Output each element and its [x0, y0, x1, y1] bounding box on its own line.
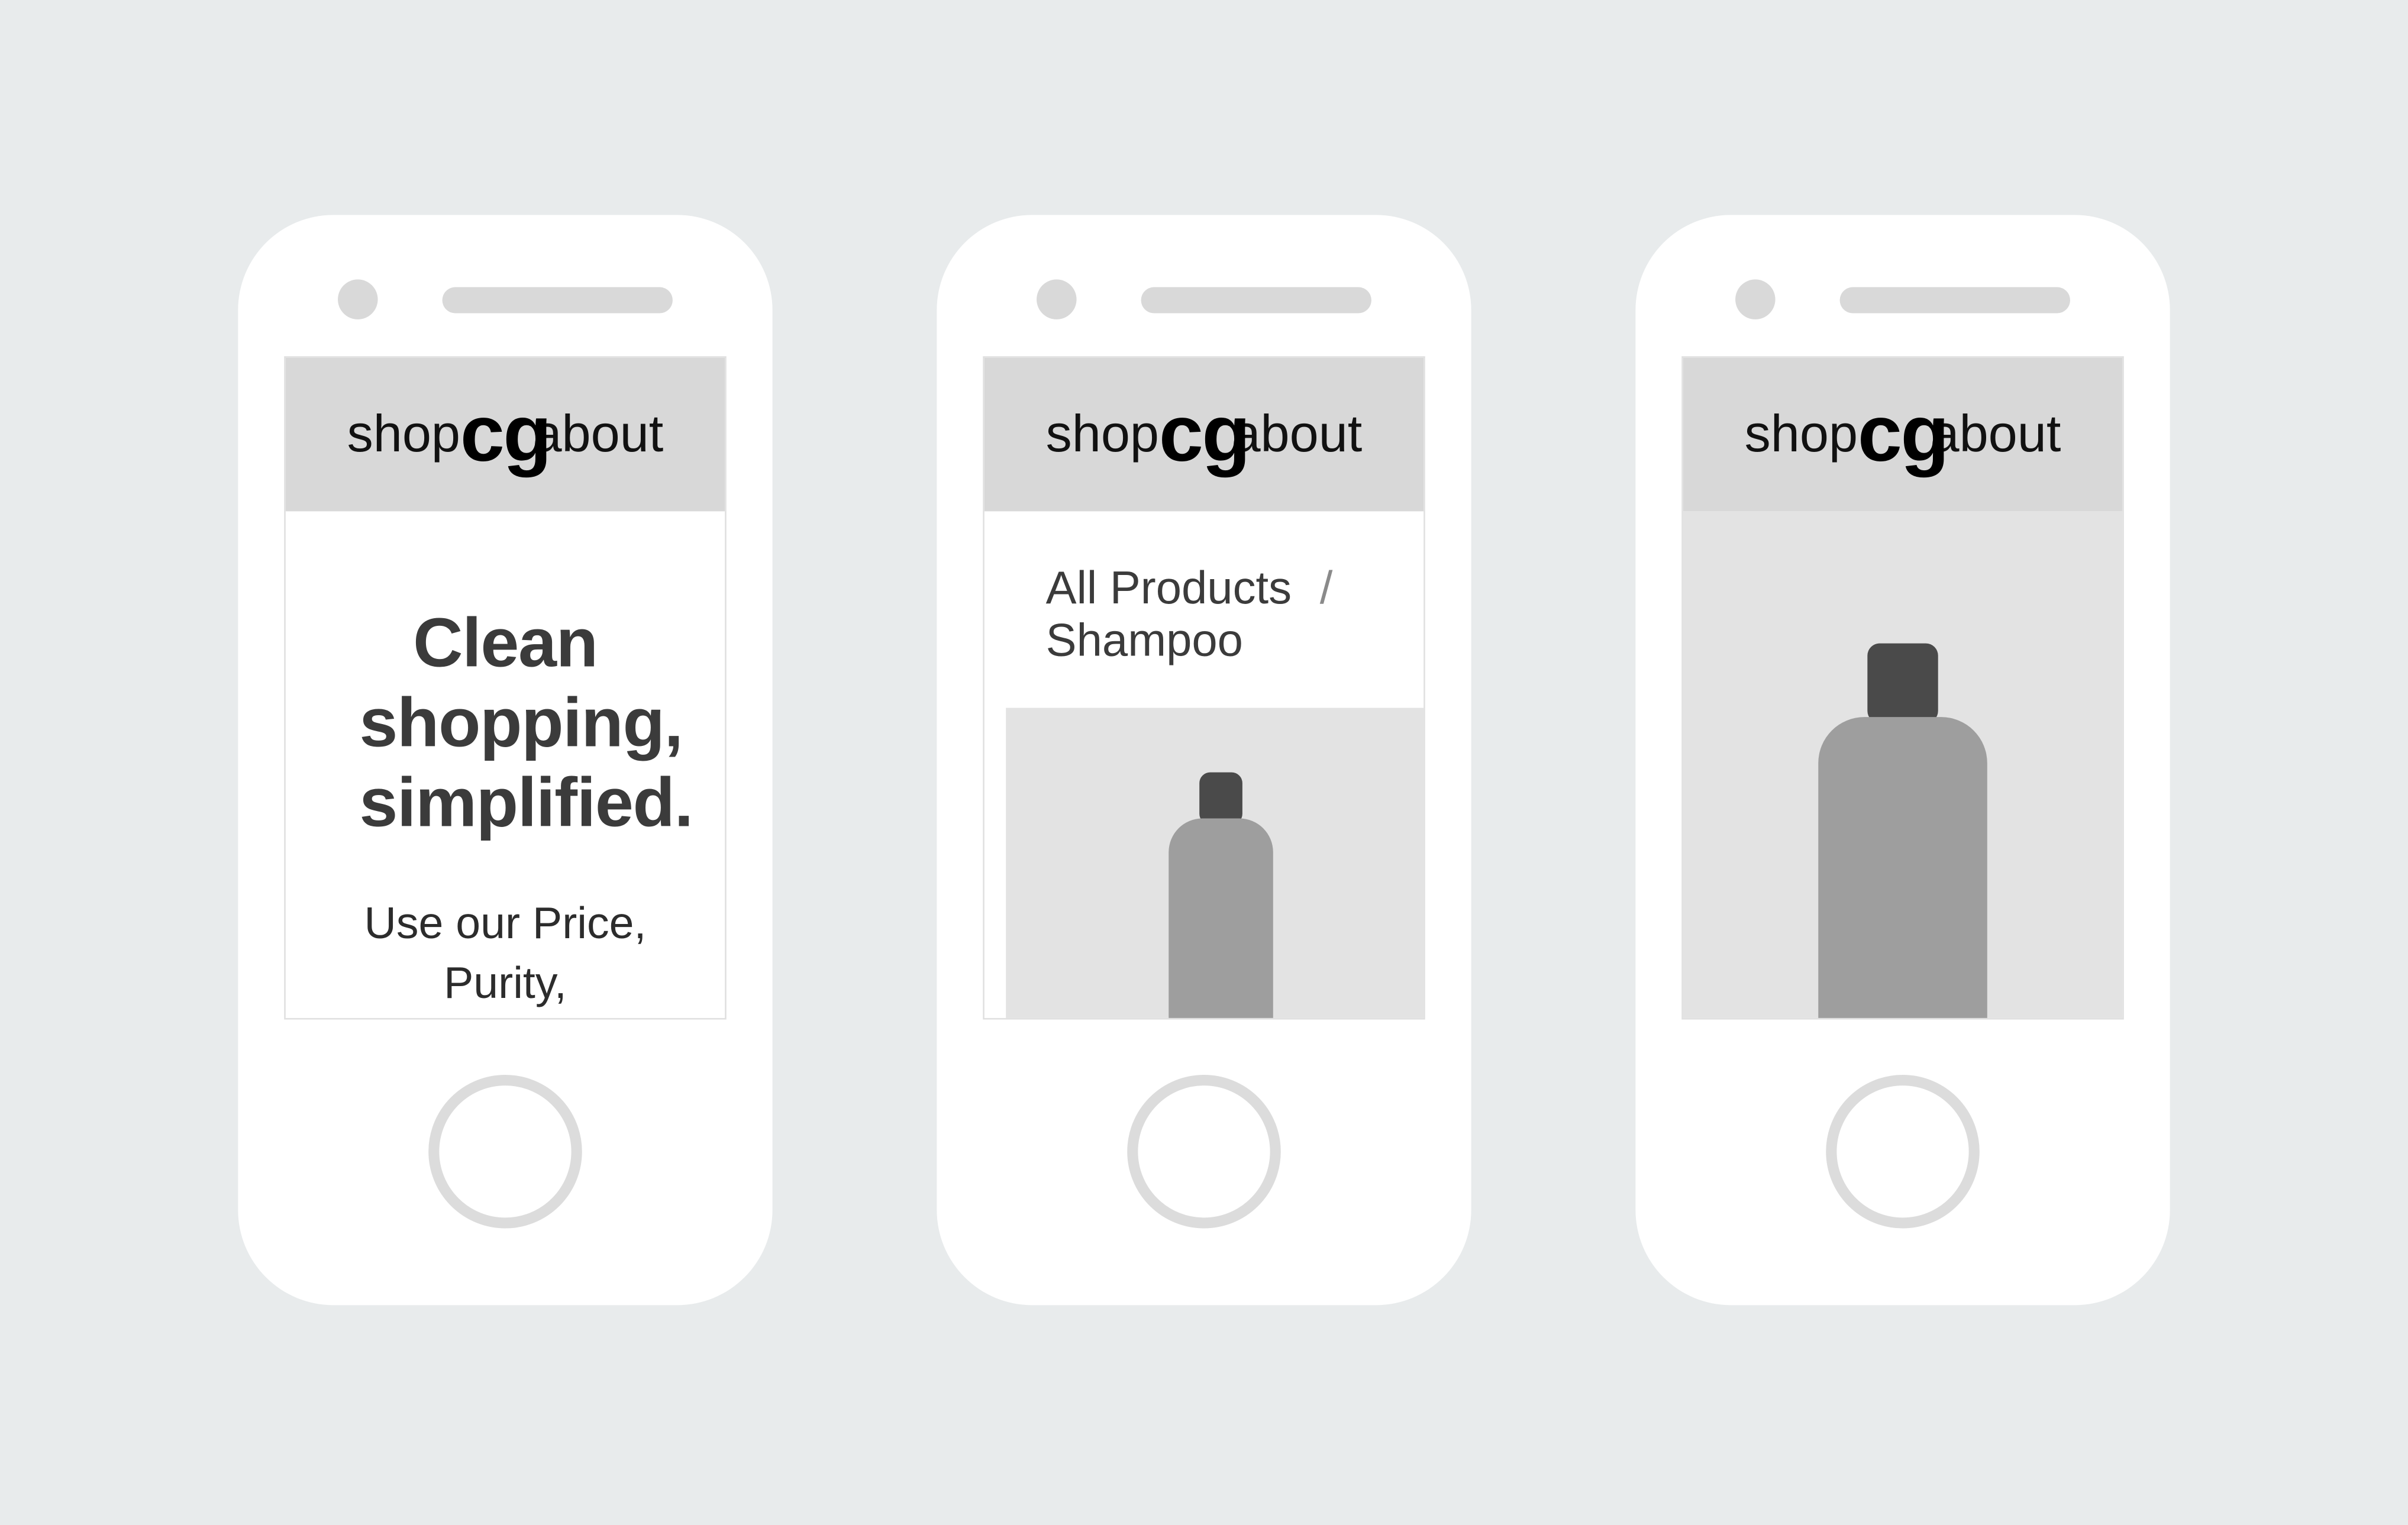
page-headline: Clean shopping, simplified.: [359, 603, 693, 842]
screen-product-detail: shop about cg NATURE'S GATE Lavend: [1681, 356, 2124, 1020]
phone-frame-detail: shop about cg NATURE'S GATE Lavend: [1635, 215, 2170, 1306]
product-list-item[interactable]: NATURE'S GATE Lavender and Peony Repleni…: [984, 707, 1424, 1018]
shampoo-bottle-icon: [1818, 643, 1987, 1018]
navbar-list: shop about cg: [984, 357, 1424, 512]
breadcrumb-root[interactable]: All Products: [1046, 564, 1292, 615]
phone-top-chrome: [937, 276, 1471, 322]
phone-top-chrome: [1635, 276, 2170, 322]
home-button[interactable]: [1826, 1074, 1980, 1229]
home-button[interactable]: [1127, 1074, 1281, 1229]
shampoo-bottle-icon: [1169, 772, 1273, 1018]
camera-icon: [1735, 279, 1776, 319]
navbar-home: shop about cg: [285, 357, 725, 512]
product-hero-image[interactable]: [1683, 511, 2123, 1018]
product-thumbnail: [1006, 707, 1424, 1018]
screen-product-list: shop about cg All Products / Shampoo: [983, 356, 1425, 1020]
breadcrumb: All Products / Shampoo: [984, 511, 1424, 707]
nav-about-link[interactable]: about: [1231, 405, 1362, 464]
nav-about-link[interactable]: about: [532, 405, 663, 464]
nav-shop-link[interactable]: shop: [1745, 405, 1858, 464]
phone-frame-home: shop about cg Clean shopping, simplified…: [238, 215, 773, 1306]
hero-section: Clean shopping, simplified. Use our Pric…: [286, 511, 725, 1018]
home-button[interactable]: [428, 1074, 582, 1229]
breadcrumb-current: Shampoo: [1045, 615, 1244, 667]
screen-home: shop about cg Clean shopping, simplified…: [284, 356, 727, 1020]
navbar-detail: shop about cg: [1683, 357, 2123, 512]
camera-icon: [1037, 279, 1077, 319]
phone-frame-list: shop about cg All Products / Shampoo: [937, 215, 1471, 1306]
nav-shop-link[interactable]: shop: [1046, 405, 1159, 464]
speaker-grille-icon: [1839, 286, 2070, 313]
speaker-grille-icon: [1141, 286, 1371, 313]
nav-shop-link[interactable]: shop: [347, 405, 460, 464]
nav-about-link[interactable]: about: [1931, 405, 2061, 464]
mockup-canvas: shop about cg Clean shopping, simplified…: [0, 0, 2408, 1523]
speaker-grille-icon: [442, 286, 673, 313]
page-subhead: Use our Price, Purity, Performance ratin…: [364, 900, 647, 1009]
breadcrumb-separator: /: [1319, 563, 1333, 615]
phone-top-chrome: [238, 276, 772, 322]
camera-icon: [338, 279, 378, 319]
